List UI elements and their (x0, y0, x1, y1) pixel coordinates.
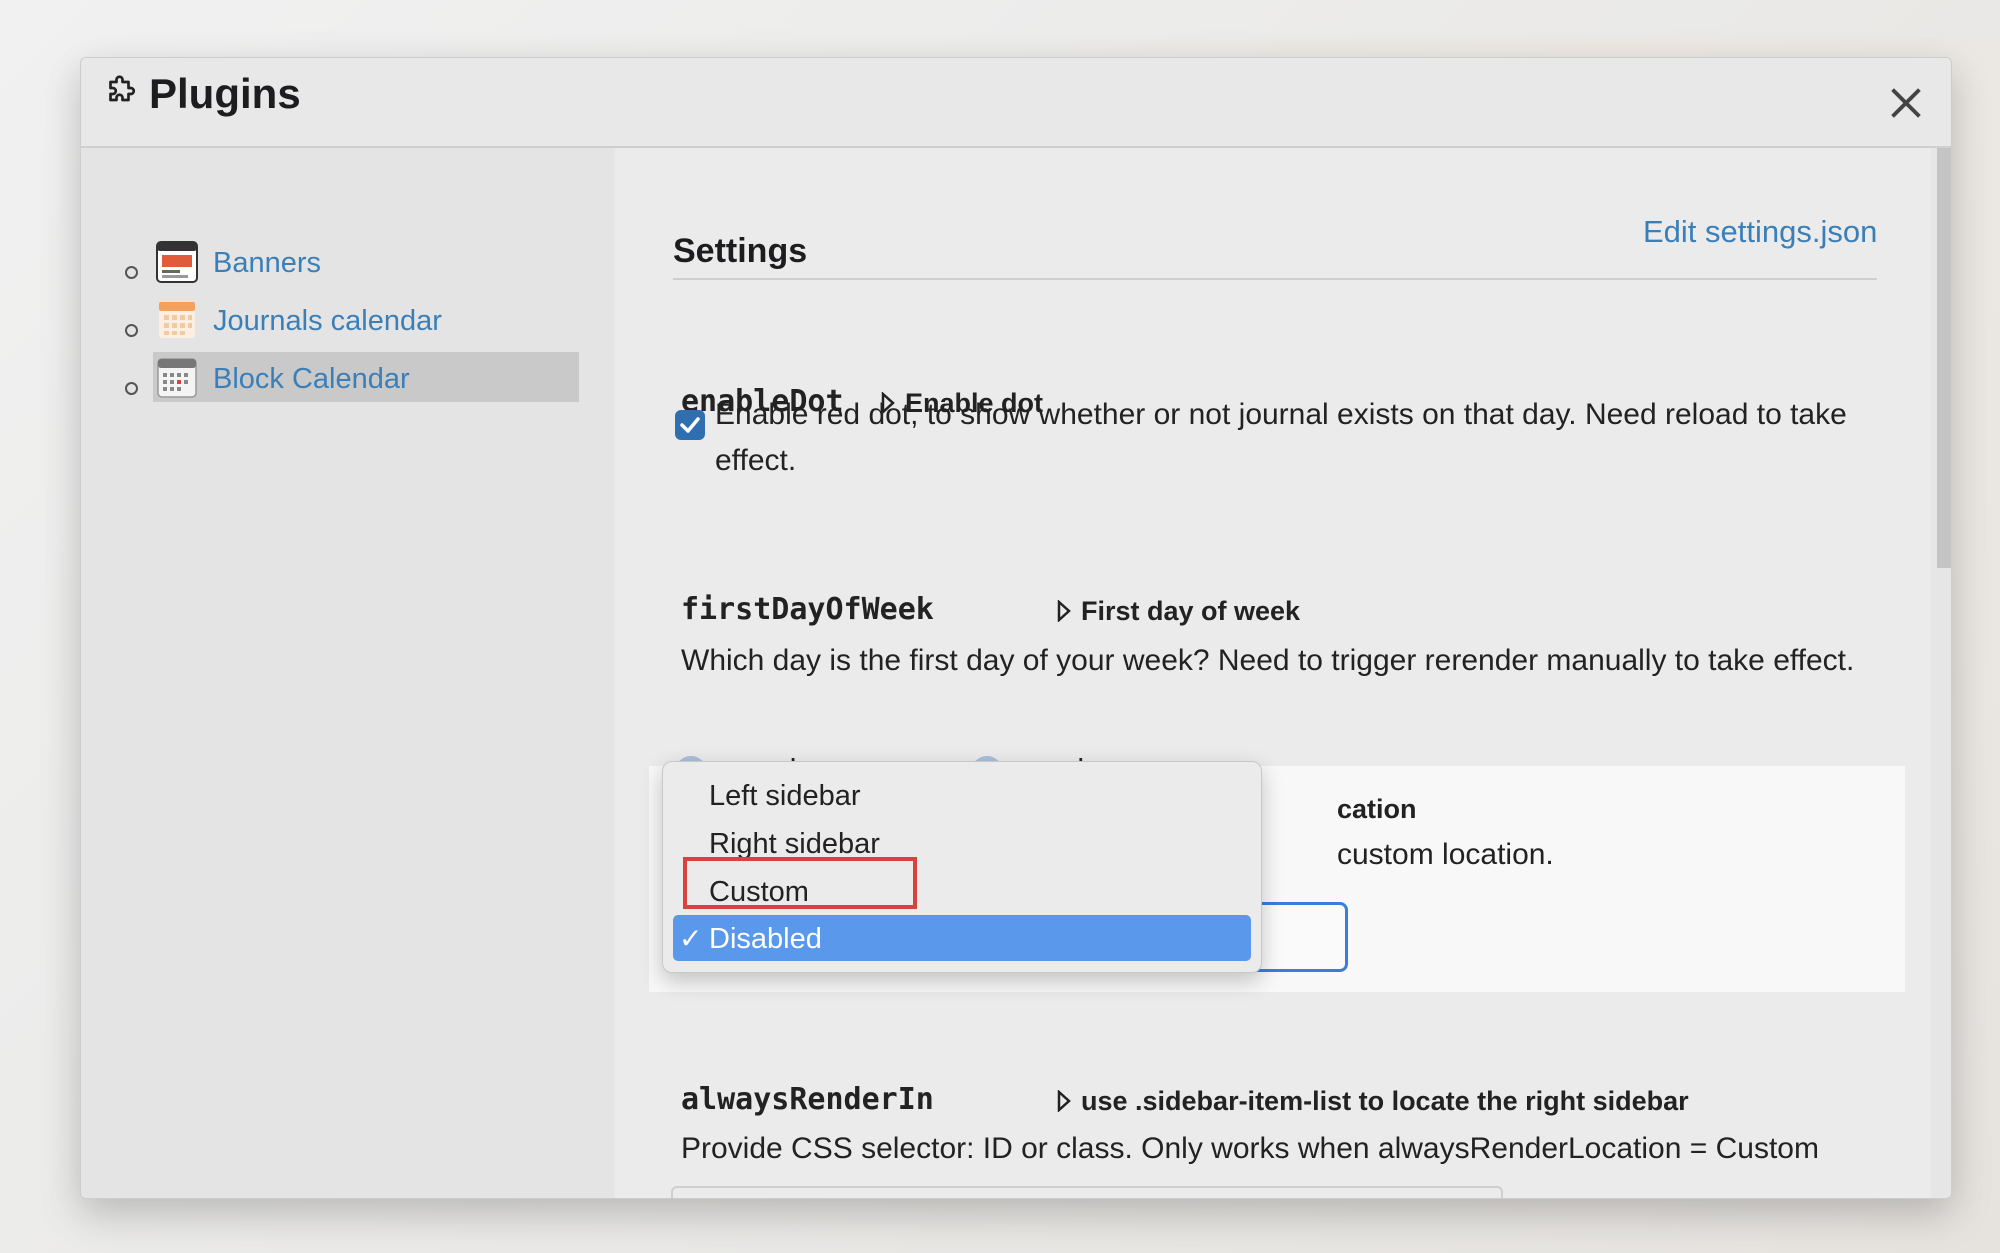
check-icon (680, 417, 700, 433)
list-bullet (125, 382, 138, 395)
sidebar-item-journals-calendar[interactable]: Journals calendar (125, 298, 595, 346)
annotation-highlight-box (683, 857, 917, 909)
dropdown-option-disabled[interactable]: ✓ Disabled (673, 915, 1251, 961)
banners-icon (156, 241, 198, 283)
settings-panel: Settings Edit settings.json enableDot En… (615, 148, 1931, 1198)
list-bullet (125, 266, 138, 279)
sidebar-item-banners[interactable]: Banners (125, 240, 595, 288)
setting-desc-firstdayofweek: Which day is the first day of your week?… (681, 644, 1855, 677)
always-render-in-input[interactable] (671, 1186, 1503, 1198)
caret-right-icon (1057, 1090, 1071, 1112)
modal-header: Plugins (81, 58, 1951, 148)
close-icon[interactable] (1883, 80, 1929, 126)
dropdown-option-left-sidebar[interactable]: Left sidebar (673, 772, 1251, 818)
setting-key-alwaysrenderin: alwaysRenderIn (681, 1082, 934, 1117)
setting-desc-enabledot: Enable red dot, to show whether or not j… (715, 398, 1847, 477)
setting-title-always-render-location: cation (1337, 794, 1417, 824)
setting-key-firstdayofweek: firstDayOfWeek (681, 592, 934, 627)
enable-dot-checkbox[interactable] (675, 410, 705, 440)
settings-heading: Settings (673, 232, 808, 270)
puzzle-icon (109, 75, 136, 102)
setting-desc-always-render-location: custom location. (1337, 838, 1554, 871)
scrollbar[interactable] (1937, 148, 1951, 568)
location-select[interactable] (1255, 902, 1348, 972)
caret-right-icon-2 (1627, 600, 1641, 622)
plugins-modal: Plugins Banners Journals calendar Block … (80, 57, 1952, 1199)
setting-title-firstdayofweek: First day of week (1081, 596, 1301, 626)
caret-right-icon (1057, 600, 1071, 622)
sidebar-item-block-calendar[interactable]: Block Calendar (125, 352, 595, 404)
setting-title-alwaysrenderin: use .sidebar-item-list to locate the rig… (1081, 1086, 1689, 1116)
modal-title: Plugins (149, 70, 301, 117)
checkmark-icon: ✓ (679, 923, 703, 954)
list-bullet (125, 324, 138, 337)
edit-settings-link[interactable]: Edit settings.json (1643, 214, 1877, 250)
sidebar-item-label: Banners (213, 247, 322, 279)
sidebar-item-label: Journals calendar (213, 305, 442, 337)
block-calendar-icon (157, 358, 197, 398)
journals-calendar-icon (159, 302, 195, 338)
setting-desc-alwaysrenderin: Provide CSS selector: ID or class. Only … (681, 1132, 1819, 1165)
plugin-sidebar: Banners Journals calendar Block Calendar (81, 148, 613, 1198)
sidebar-item-label: Block Calendar (213, 363, 410, 395)
divider (673, 278, 1877, 280)
